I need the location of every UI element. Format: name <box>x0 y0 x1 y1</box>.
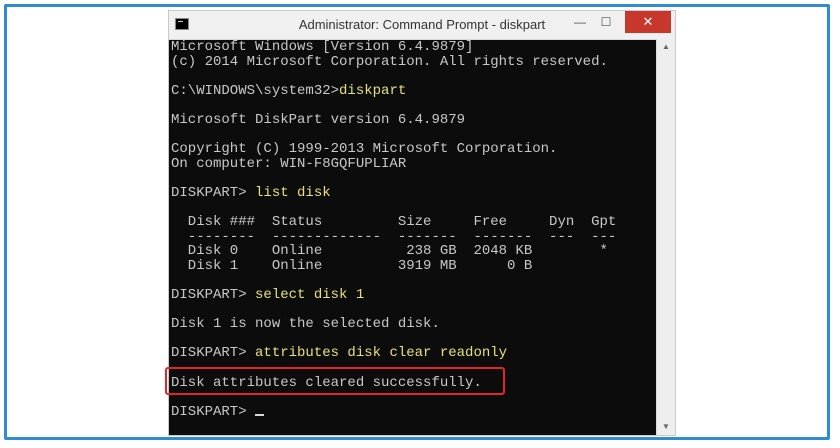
text-cursor <box>255 413 265 416</box>
console-command: select disk 1 <box>255 287 365 304</box>
console-line: DISKPART> <box>171 405 657 420</box>
console-line: -------- ------------- ------- ------- -… <box>171 228 617 245</box>
scroll-up-arrow-icon[interactable]: ▲ <box>657 39 675 55</box>
close-button[interactable]: ✕ <box>625 11 671 33</box>
console-prompt: DISKPART> <box>171 403 256 420</box>
console-line: Copyright (C) 1999-2013 Microsoft Corpor… <box>171 141 558 158</box>
minimize-button[interactable]: — <box>567 11 593 33</box>
console-line: Microsoft DiskPart version 6.4.9879 <box>171 111 466 128</box>
console-line: Disk ### Status Size Free Dyn Gpt <box>171 214 617 231</box>
console-line: Microsoft Windows [Version 6.4.9879] <box>171 39 474 55</box>
console-line: Disk 1 is now the selected disk. <box>171 316 440 333</box>
console-prompt: C:\WINDOWS\system32> <box>171 82 340 99</box>
console-line: DISKPART> attributes disk clear readonly <box>171 346 657 361</box>
console-line: Disk 0 Online 238 GB 2048 KB * <box>171 243 608 260</box>
console-line: On computer: WIN-F8GQFUPLIAR <box>171 155 407 172</box>
console-command: diskpart <box>339 82 407 99</box>
title-bar[interactable]: Administrator: Command Prompt - diskpart… <box>169 11 675 40</box>
scroll-down-arrow-icon[interactable]: ▼ <box>657 419 675 435</box>
console-line: (c) 2014 Microsoft Corporation. All righ… <box>171 53 608 70</box>
vertical-scrollbar[interactable]: ▲ ▼ <box>656 39 675 435</box>
console-line: Disk 1 Online 3919 MB 0 B <box>171 257 533 274</box>
console-command: attributes disk clear readonly <box>255 345 508 362</box>
maximize-button[interactable]: ☐ <box>593 11 619 33</box>
console-prompt: DISKPART> <box>171 345 256 362</box>
console-prompt: DISKPART> <box>171 287 256 304</box>
console-prompt: DISKPART> <box>171 184 256 201</box>
console-command: list disk <box>255 184 331 201</box>
console-line: DISKPART> list disk <box>171 186 657 201</box>
console-line: C:\WINDOWS\system32>diskpart <box>171 82 657 99</box>
console-line: DISKPART> select disk 1 <box>171 288 657 303</box>
success-highlight-box <box>165 367 505 395</box>
